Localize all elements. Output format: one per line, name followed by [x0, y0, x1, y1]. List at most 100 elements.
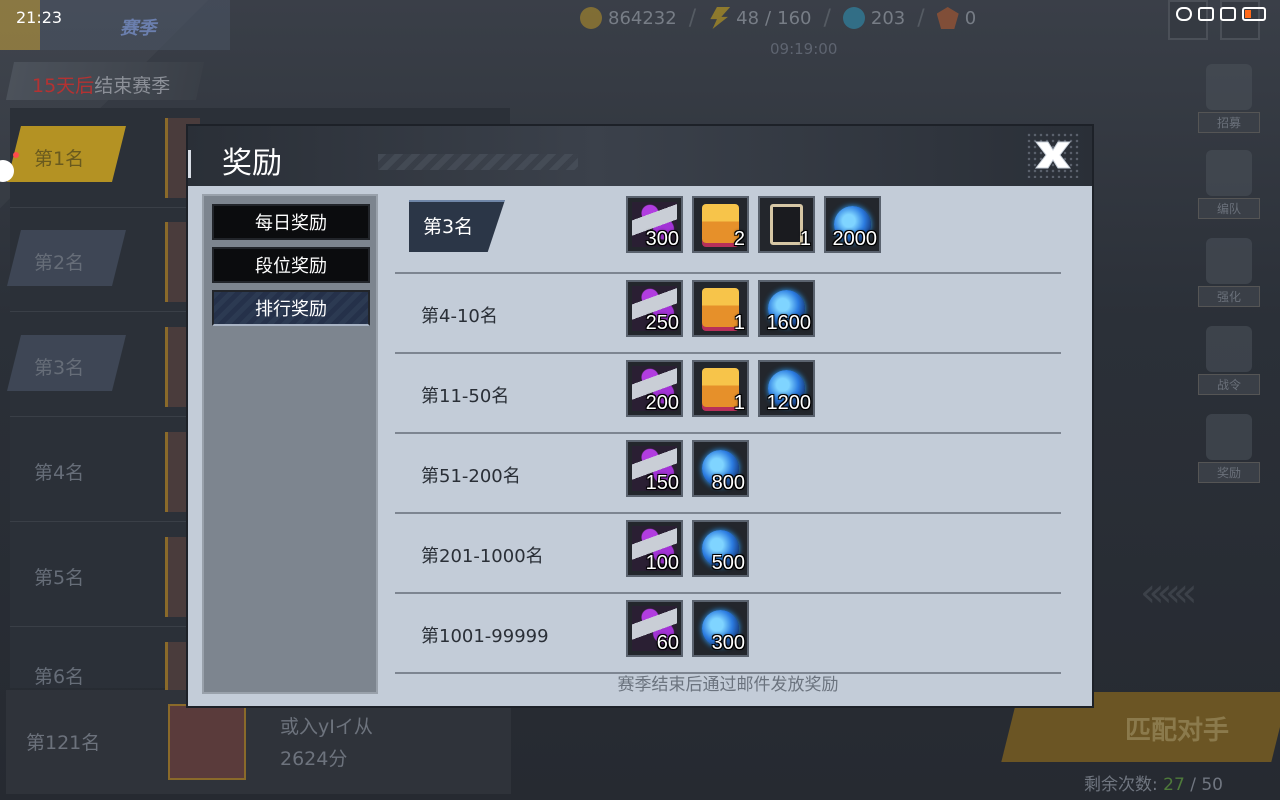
reward-row: 第201-1000名 100 500 — [395, 514, 1061, 594]
reward-item[interactable]: 300 — [692, 600, 749, 657]
reward-item[interactable]: 2000 — [824, 196, 881, 253]
reward-item[interactable]: 1 — [692, 280, 749, 337]
side-menu-rewards[interactable]: 奖励 — [1198, 414, 1260, 483]
reward-item[interactable]: 150 — [626, 440, 683, 497]
rank-label: 第5名 — [34, 567, 85, 589]
reward-item[interactable]: 200 — [626, 360, 683, 417]
side-menu-battlepass[interactable]: 战令 — [1198, 326, 1260, 395]
season-end-label: 结束赛季 — [94, 75, 171, 97]
season-days-left: 15天后 — [32, 75, 95, 97]
item-count: 200 — [645, 392, 679, 414]
remaining-attempts: 剩余次数: 27 / 50 — [1084, 770, 1223, 795]
rank-range: 第1001-99999 — [421, 626, 549, 647]
item-count: 1 — [733, 312, 745, 334]
remaining-max: 50 — [1201, 775, 1223, 795]
rank-range: 第201-1000名 — [421, 546, 544, 567]
remaining-label: 剩余次数: — [1084, 775, 1158, 795]
hammer-icon — [1206, 238, 1252, 284]
item-count: 300 — [711, 632, 745, 654]
rank-label: 第4名 — [34, 462, 85, 484]
side-menu-team[interactable]: 编队 — [1198, 150, 1260, 219]
item-count: 800 — [711, 472, 745, 494]
reward-item[interactable]: 2 — [692, 196, 749, 253]
remaining-sep: / — [1190, 775, 1196, 795]
chevron-decoration: ««« — [1140, 570, 1197, 616]
reward-item[interactable]: 1600 — [758, 280, 815, 337]
side-menu-label: 编队 — [1198, 198, 1260, 219]
reward-item[interactable]: 300 — [626, 196, 683, 253]
modal-header: 奖励 — [188, 126, 1092, 186]
side-menu-enhance[interactable]: 强化 — [1198, 238, 1260, 307]
item-count: 500 — [711, 552, 745, 574]
reward-item[interactable]: 60 — [626, 600, 683, 657]
reward-items: 60 300 — [626, 600, 749, 657]
my-avatar — [168, 704, 246, 780]
rank-label: 第6名 — [34, 666, 85, 688]
reward-item[interactable]: 1200 — [758, 360, 815, 417]
system-status-bar: 21:23 — [0, 0, 1280, 34]
title-accent — [188, 150, 191, 178]
rank-label: 第2名 — [34, 252, 85, 274]
rewards-modal: 奖励 每日奖励 段位奖励 排行奖励 第3名 300 2 1 2000 第4-10… — [188, 126, 1092, 706]
side-menu-label: 招募 — [1198, 112, 1260, 133]
reward-item[interactable]: 1 — [692, 360, 749, 417]
item-count: 300 — [645, 228, 679, 250]
reward-row: 第4-10名 250 1 1600 — [395, 274, 1061, 354]
item-count: 1 — [733, 392, 745, 414]
close-button[interactable] — [1026, 132, 1080, 178]
reward-row: 第3名 300 2 1 2000 — [395, 194, 1061, 274]
close-icon — [1034, 141, 1072, 169]
match-button-label: 匹配对手 — [1125, 716, 1230, 746]
battery-icon — [1242, 7, 1266, 21]
reward-item[interactable]: 250 — [626, 280, 683, 337]
item-count: 100 — [645, 552, 679, 574]
swords-icon — [1206, 150, 1252, 196]
avatar-frame-icon — [770, 204, 803, 245]
tab-daily-rewards[interactable]: 每日奖励 — [212, 204, 370, 240]
side-menu-label: 强化 — [1198, 286, 1260, 307]
rank-tag-label: 第3名 — [423, 216, 474, 238]
reward-item[interactable]: 1 — [758, 196, 815, 253]
side-menu-label: 奖励 — [1198, 462, 1260, 483]
reward-items: 250 1 1600 — [626, 280, 815, 337]
wifi-icon — [1220, 7, 1236, 21]
tab-ranking-rewards[interactable]: 排行奖励 — [212, 290, 370, 326]
reward-items: 150 800 — [626, 440, 749, 497]
reward-row: 第11-50名 200 1 1200 — [395, 354, 1061, 434]
my-score: 2624分 — [280, 748, 348, 770]
reward-item[interactable]: 800 — [692, 440, 749, 497]
recruit-icon — [1206, 64, 1252, 110]
side-menu-recruit[interactable]: 招募 — [1198, 64, 1260, 133]
reward-items: 100 500 — [626, 520, 749, 577]
item-count: 250 — [645, 312, 679, 334]
status-icons — [1176, 7, 1266, 21]
reward-row: 第1001-99999 60 300 — [395, 594, 1061, 674]
remaining-count: 27 — [1163, 775, 1185, 795]
reward-item[interactable]: 100 — [626, 520, 683, 577]
item-count: 1200 — [766, 392, 812, 414]
vibrate-icon — [1198, 7, 1214, 21]
reward-items: 200 1 1200 — [626, 360, 815, 417]
rank-range: 第4-10名 — [421, 306, 498, 327]
reward-tabs: 每日奖励 段位奖励 排行奖励 — [202, 194, 378, 694]
item-count: 2 — [733, 228, 745, 250]
rank-label: 第1名 — [34, 148, 85, 170]
rank-label: 第3名 — [34, 357, 85, 379]
item-count: 150 — [645, 472, 679, 494]
item-count: 2000 — [832, 228, 878, 250]
item-count: 1600 — [766, 312, 812, 334]
item-count: 1 — [799, 228, 811, 250]
scroll-icon — [1206, 326, 1252, 372]
side-menu-label: 战令 — [1198, 374, 1260, 395]
season-end-text: 15天后结束赛季 — [32, 71, 170, 98]
reward-footer-note: 赛季结束后通过邮件发放奖励 — [617, 675, 839, 695]
reward-item[interactable]: 500 — [692, 520, 749, 577]
notification-dot — [13, 152, 19, 158]
header-stripe — [378, 154, 578, 170]
gift-icon — [1206, 414, 1252, 460]
tab-tier-rewards[interactable]: 段位奖励 — [212, 247, 370, 283]
reward-items: 300 2 1 2000 — [626, 196, 881, 253]
reward-row: 第51-200名 150 800 — [395, 434, 1061, 514]
my-player-name: 或入yIイ从 — [280, 716, 373, 738]
my-rank-label: 第121名 — [26, 732, 101, 754]
